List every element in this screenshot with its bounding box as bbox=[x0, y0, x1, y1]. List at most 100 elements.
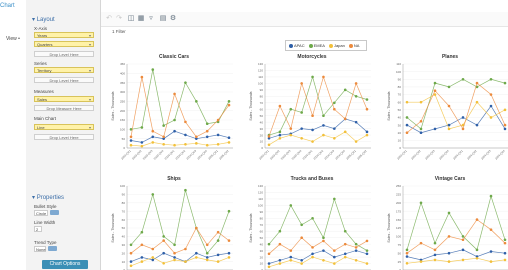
data-point bbox=[343, 229, 347, 233]
data-point bbox=[278, 137, 282, 140]
data-point bbox=[322, 133, 325, 137]
data-point bbox=[216, 230, 220, 234]
data-point bbox=[278, 104, 282, 108]
data-point bbox=[195, 226, 198, 230]
chart-title: Ships bbox=[167, 176, 181, 182]
layout-section-title[interactable]: ▾ Layout bbox=[32, 16, 55, 23]
series-level-territory[interactable]: Territory ▾ bbox=[34, 67, 94, 73]
data-point bbox=[311, 246, 314, 249]
y-tick-label: 40 bbox=[398, 116, 402, 120]
y-tick-label: 90 bbox=[398, 77, 402, 81]
filter-count[interactable]: 1 Filter bbox=[112, 29, 126, 34]
series-line bbox=[130, 190, 230, 254]
data-point bbox=[184, 142, 187, 146]
data-point bbox=[419, 119, 423, 123]
data-point bbox=[195, 135, 198, 139]
series-line bbox=[130, 130, 230, 143]
data-point bbox=[354, 140, 358, 143]
y-tick-label: 50 bbox=[398, 251, 402, 255]
data-point bbox=[129, 260, 133, 263]
series-line bbox=[268, 256, 368, 268]
undo-icon[interactable]: ↶ bbox=[105, 15, 113, 23]
y-tick-label: 150 bbox=[120, 118, 125, 122]
data-point bbox=[129, 143, 133, 147]
export-icon[interactable]: ▤ bbox=[159, 15, 167, 23]
series-line bbox=[130, 227, 230, 254]
x-axis-drop-zone[interactable]: Drop Level Here bbox=[34, 51, 94, 57]
data-point bbox=[151, 256, 155, 259]
layout-panel-icon[interactable]: ◫ bbox=[127, 15, 135, 23]
y-tick-label: 80 bbox=[398, 85, 402, 89]
chart-options-button[interactable]: Chart Options bbox=[42, 260, 88, 269]
data-point bbox=[227, 100, 231, 103]
trend-type-toggle[interactable] bbox=[48, 246, 57, 251]
x-tick-label: 2004-Qtr2 bbox=[466, 149, 478, 161]
y-tick-label: 100 bbox=[396, 70, 401, 74]
series-drop-zone[interactable]: Drop Level Here bbox=[34, 77, 94, 83]
data-point bbox=[300, 127, 303, 130]
data-point bbox=[173, 92, 176, 96]
redo-icon[interactable]: ↷ bbox=[115, 15, 123, 23]
bullet-style-select[interactable]: Circle bbox=[34, 210, 48, 216]
y-tick-label: 225 bbox=[396, 193, 401, 197]
data-point bbox=[300, 262, 303, 265]
data-point bbox=[333, 101, 336, 105]
main-chart-type[interactable]: Line ▾ bbox=[34, 124, 94, 130]
y-tick-label: 0 bbox=[261, 146, 263, 150]
x-tick-label: 2003-Qtr2 bbox=[269, 149, 281, 161]
data-point bbox=[354, 246, 358, 249]
trend-type-select[interactable]: None bbox=[34, 246, 46, 252]
measures-sales[interactable]: Sales ▾ bbox=[34, 96, 94, 102]
data-point bbox=[433, 258, 437, 262]
data-point bbox=[140, 126, 144, 129]
data-point bbox=[227, 141, 231, 144]
data-point bbox=[405, 100, 409, 104]
x-tick-label: 2005-Qtr1 bbox=[207, 149, 219, 161]
data-point bbox=[278, 229, 282, 233]
y-tick-label: 150 bbox=[396, 218, 401, 222]
x-tick-label: 2003-Qtr4 bbox=[153, 149, 165, 161]
data-point bbox=[447, 211, 451, 215]
data-point bbox=[503, 258, 507, 262]
x-axis-level-quarters[interactable]: Quarters ▾ bbox=[34, 41, 94, 47]
measures-drop-zone[interactable]: Drop Measure Here bbox=[34, 105, 94, 111]
x-tick-label: 2004-Qtr3 bbox=[185, 149, 197, 161]
y-tick-label: 30 bbox=[398, 123, 402, 127]
data-point bbox=[365, 98, 369, 101]
y-tick-label: 40 bbox=[260, 120, 264, 124]
data-point bbox=[419, 100, 423, 104]
data-point bbox=[333, 137, 336, 140]
data-point bbox=[173, 143, 176, 147]
view-menu[interactable]: View • bbox=[6, 36, 20, 42]
data-point bbox=[503, 123, 507, 127]
data-point bbox=[184, 81, 187, 84]
main-chart-drop-zone[interactable]: Drop Level Here bbox=[34, 134, 94, 140]
y-axis-label: Sales - Thousands bbox=[249, 213, 253, 242]
data-point bbox=[227, 251, 231, 255]
x-tick-label: 2004-Qtr4 bbox=[334, 149, 346, 161]
data-point bbox=[461, 238, 465, 242]
sidebar-title[interactable]: Chart bbox=[0, 3, 15, 9]
data-point bbox=[475, 123, 479, 127]
properties-section-title[interactable]: ▾ Properties bbox=[32, 194, 64, 201]
y-tick-label: 10 bbox=[398, 139, 402, 143]
data-point bbox=[447, 260, 451, 263]
data-point bbox=[173, 251, 176, 255]
line-width-input[interactable]: 2 bbox=[34, 226, 42, 232]
data-point bbox=[354, 259, 358, 262]
data-point bbox=[405, 123, 409, 127]
y-tick-label: 50 bbox=[260, 114, 264, 118]
y-tick-label: 70 bbox=[122, 209, 126, 213]
y-tick-label: 50 bbox=[398, 108, 402, 112]
chart-panel: Vintage CarsSales - Thousands02550751001… bbox=[387, 176, 508, 270]
bullet-style-toggle[interactable] bbox=[50, 210, 59, 215]
x-axis-level-years[interactable]: Years ▾ bbox=[34, 32, 94, 38]
data-point bbox=[162, 124, 165, 127]
grid-icon[interactable]: ▦ bbox=[137, 15, 145, 23]
data-point bbox=[365, 262, 369, 265]
data-point bbox=[151, 135, 155, 139]
y-tick-label: 20 bbox=[398, 131, 402, 135]
data-point bbox=[289, 204, 293, 207]
chart-type-icon[interactable]: ⚙ bbox=[169, 15, 177, 23]
filter-icon[interactable]: ▿ bbox=[147, 15, 155, 23]
